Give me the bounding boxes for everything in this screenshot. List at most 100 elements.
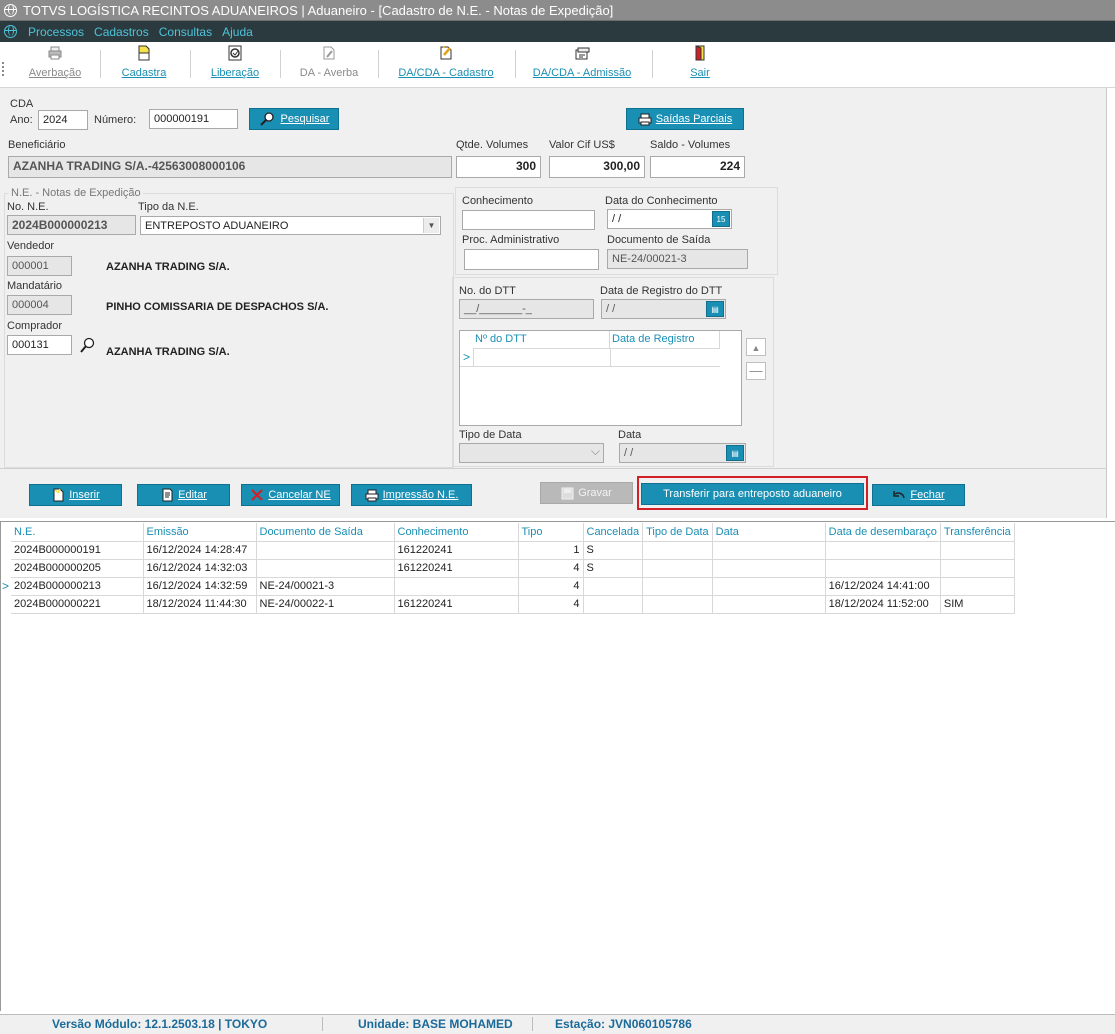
exit-door-icon — [695, 45, 705, 61]
data-conhecimento-input[interactable]: / / 15 — [607, 209, 732, 229]
status-bar: Versão Módulo: 12.1.2503.18 | TOKYO Unid… — [0, 1014, 1115, 1034]
tipo-ne-label: Tipo da N.E. — [138, 201, 199, 213]
tipo-data-select[interactable]: ⌵ — [459, 443, 604, 463]
highlight-box — [637, 476, 868, 510]
vendedor-label: Vendedor — [7, 240, 55, 252]
da-averba-button[interactable]: DA - Averba — [296, 45, 362, 79]
table-header-row: N.E. Emissão Documento de Saída Conhecim… — [11, 523, 1015, 542]
toolbar-grip[interactable] — [2, 62, 4, 76]
menu-consultas[interactable]: Consultas — [154, 25, 217, 39]
menu-cadastros[interactable]: Cadastros — [89, 25, 154, 39]
status-unidade: Unidade: BASE MOHAMED — [358, 1017, 513, 1031]
numero-input[interactable]: 000000191 — [149, 109, 238, 129]
row-indicator-icon: > — [463, 350, 471, 364]
document-edit-icon — [440, 46, 452, 60]
toolbar-separator — [652, 50, 653, 78]
col-header-ne[interactable]: N.E. — [11, 523, 144, 542]
status-divider — [322, 1017, 323, 1031]
da-cda-admissao-button[interactable]: DA/CDA - Admissão — [532, 45, 632, 79]
menu-ajuda[interactable]: Ajuda — [217, 25, 258, 39]
save-icon — [561, 487, 574, 499]
ne-table-area: N.E. Emissão Documento de Saída Conhecim… — [0, 521, 1115, 1011]
col-header-tipo[interactable]: Tipo — [518, 523, 584, 542]
grid-divider — [610, 349, 611, 367]
data-registro-dtt-label: Data de Registro do DTT — [600, 285, 723, 297]
grid-remove-button[interactable]: — — [746, 362, 766, 380]
saldo-volumes-label: Saldo - Volumes — [650, 139, 731, 151]
globe-icon[interactable] — [4, 25, 17, 38]
cadastra-button[interactable]: Cadastra — [116, 45, 172, 79]
cancelar-ne-button[interactable]: Cancelar NE — [241, 484, 340, 506]
col-header-transferencia[interactable]: Transferência — [940, 523, 1015, 542]
no-ne-label: No. N.E. — [7, 201, 49, 213]
edit-document-icon — [162, 488, 173, 502]
impressao-ne-button[interactable]: Impressão N.E. — [351, 484, 472, 506]
pen-document-icon — [323, 46, 335, 60]
editar-button[interactable]: Editar — [137, 484, 230, 506]
triangle-up-icon: ▲ — [751, 343, 761, 353]
toolbar-separator — [515, 50, 516, 78]
saidas-parciais-button[interactable]: Saídas Parciais — [626, 108, 744, 130]
table-row[interactable]: 2024B000000213 16/12/2024 14:32:59 NE-24/0… — [11, 577, 1015, 596]
calendar-icon[interactable]: 15 — [712, 211, 730, 227]
gravar-button[interactable]: Gravar — [540, 482, 633, 504]
ne-table[interactable]: N.E. Emissão Documento de Saída Conhecim… — [11, 523, 1015, 614]
window-title: TOTVS LOGÍSTICA RECINTOS ADUANEIROS | Ad… — [23, 2, 614, 18]
toolbar: Averbação Cadastra Liberação DA - Averba… — [0, 42, 1115, 88]
no-dtt-input[interactable]: __/_______-_ — [459, 299, 594, 319]
col-header-cancelada[interactable]: Cancelada — [583, 523, 644, 542]
close-icon — [251, 489, 264, 501]
sair-button[interactable]: Sair — [680, 45, 720, 79]
vendedor-name: AZANHA TRADING S/A. — [106, 261, 230, 273]
chevron-down-icon[interactable]: ▼ — [423, 218, 439, 233]
grid-add-button[interactable]: ▲ — [746, 338, 766, 356]
data-input[interactable]: / / ▤ — [619, 443, 746, 463]
toolbar-separator — [280, 50, 281, 78]
valor-cif-field: 300,00 — [549, 156, 645, 178]
undo-arrow-icon — [893, 491, 906, 499]
pesquisar-button[interactable]: Pesquisar — [249, 108, 339, 130]
conhecimento-input[interactable] — [462, 210, 595, 230]
proc-administrativo-input[interactable] — [464, 249, 599, 270]
beneficiario-field: AZANHA TRADING S/A.-42563008000106 — [8, 156, 452, 178]
calendar-icon[interactable]: ▤ — [726, 445, 744, 461]
col-header-data[interactable]: Data — [712, 523, 826, 542]
dtt-grid-header-numero[interactable]: Nº do DTT — [473, 331, 610, 349]
current-row-indicator-icon: > — [2, 579, 10, 593]
da-cda-cadastro-button[interactable]: DA/CDA - Cadastro — [396, 45, 496, 79]
data-conhecimento-label: Data do Conhecimento — [605, 195, 718, 207]
menu-processos[interactable]: Processos — [23, 25, 89, 39]
averbacao-button[interactable]: Averbação — [26, 45, 84, 79]
search-icon[interactable] — [79, 337, 97, 355]
col-header-data-desembaraco[interactable]: Data de desembaraço — [825, 523, 941, 542]
valor-cif-label: Valor Cif US$ — [549, 139, 615, 151]
printer-icon — [365, 489, 379, 501]
saldo-volumes-field: 224 — [650, 156, 745, 178]
dtt-grid-header-data[interactable]: Data de Registro — [610, 331, 720, 349]
liberacao-button[interactable]: Liberação — [206, 45, 264, 79]
fechar-button[interactable]: Fechar — [872, 484, 965, 506]
ne-group-label: N.E. - Notas de Expedição — [9, 187, 143, 199]
col-header-conhecimento[interactable]: Conhecimento — [394, 523, 519, 542]
dtt-grid[interactable]: Nº do DTT Data de Registro > — [459, 330, 742, 426]
data-registro-dtt-input[interactable]: / / ▤ — [601, 299, 726, 319]
table-row[interactable]: 2024B000000191 16/12/2024 14:28:47 1612202… — [11, 541, 1015, 560]
table-row[interactable]: 2024B000000221 18/12/2024 11:44:30 NE-24/0… — [11, 595, 1015, 614]
dtt-grid-row[interactable]: > — [460, 349, 720, 367]
comprador-name: AZANHA TRADING S/A. — [106, 346, 230, 358]
calendar-icon[interactable]: ▤ — [706, 301, 724, 317]
ano-input[interactable]: 2024 — [38, 110, 88, 130]
cda-label: CDA — [10, 98, 34, 110]
status-versao: Versão Módulo: 12.1.2503.18 | TOKYO — [52, 1017, 268, 1031]
data-label: Data — [618, 429, 642, 441]
inserir-button[interactable]: Inserir — [29, 484, 122, 506]
table-row[interactable]: 2024B000000205 16/12/2024 14:32:03 1612202… — [11, 559, 1015, 578]
document-icon — [138, 45, 150, 61]
col-header-tipo-data[interactable]: Tipo de Data — [642, 523, 713, 542]
tipo-ne-select[interactable]: ENTREPOSTO ADUANEIRO ▼ — [140, 216, 441, 235]
documento-saida-label: Documento de Saída — [607, 234, 711, 246]
col-header-documento-saida[interactable]: Documento de Saída — [256, 523, 395, 542]
comprador-code-field[interactable]: 000131 — [7, 335, 72, 355]
chevron-down-icon[interactable]: ⌵ — [591, 444, 600, 458]
col-header-emissao[interactable]: Emissão — [143, 523, 257, 542]
